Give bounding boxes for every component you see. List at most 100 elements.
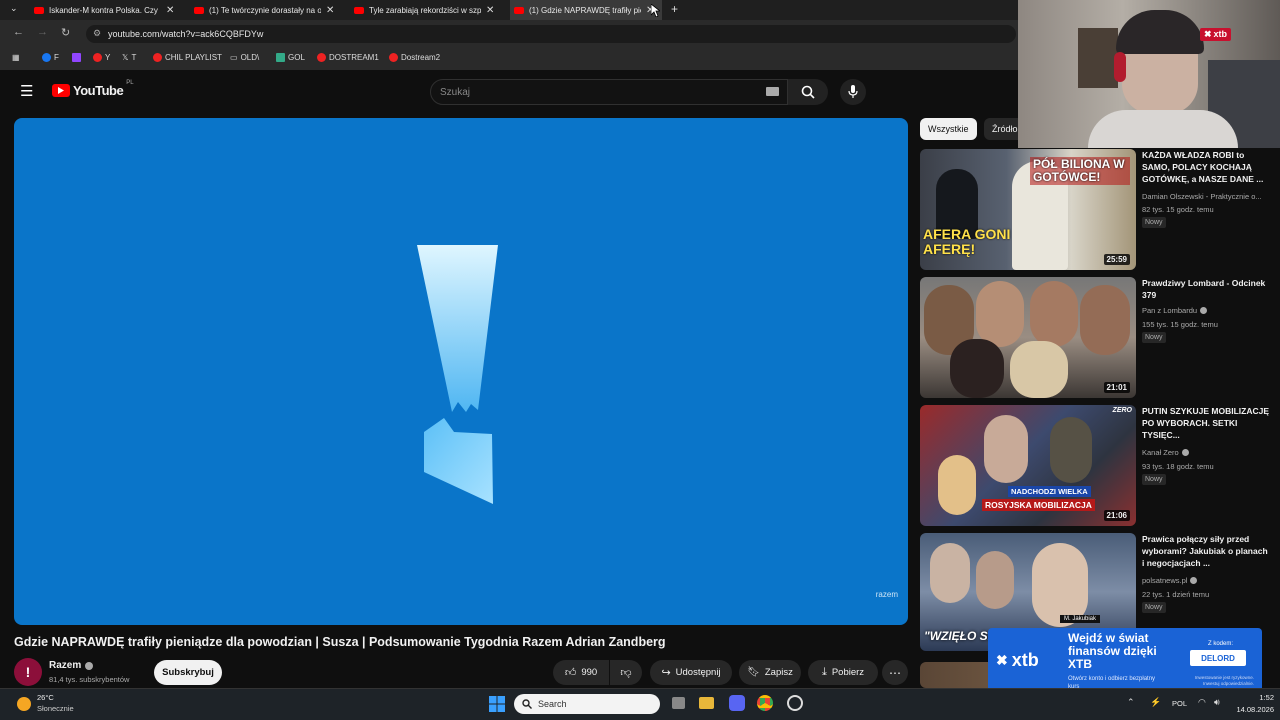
browser-tab[interactable]: Tyle zarabiają rekordziści w szp ✕	[350, 0, 506, 20]
channel-name[interactable]: Razem	[49, 660, 94, 671]
thumbnail-person	[976, 281, 1024, 347]
youtube-favicon-icon	[194, 6, 204, 14]
apps-grid-icon[interactable]: ▦	[12, 53, 20, 62]
recommendation-title[interactable]: Prawdziwy Lombard - Odcinek 379	[1142, 277, 1270, 301]
clock-date[interactable]: 14.08.2026	[1236, 705, 1274, 714]
tray-network-icon[interactable]: ⚡	[1150, 697, 1161, 708]
tray-chevron-icon[interactable]: ⌃	[1127, 697, 1135, 708]
chip-all[interactable]: Wszystkie	[920, 118, 977, 140]
bookmark-item[interactable]: GOL	[276, 53, 305, 62]
xtb-brand-text: xtb	[1213, 29, 1228, 39]
youtube-icon	[93, 53, 102, 62]
save-button[interactable]: 🔖︎ Zapisz	[739, 660, 801, 685]
recommendation-meta: 22 tys. 1 dzień temu	[1142, 590, 1210, 599]
ad-code: DELORD	[1190, 650, 1246, 666]
menu-icon[interactable]: ☰	[20, 82, 33, 100]
reload-icon[interactable]: ↻	[61, 26, 70, 39]
video-thumbnail[interactable]: PÓŁ BILIONA W GOTÓWCE! AFERA GONI AFERĘ!…	[920, 149, 1136, 270]
bookmark-item[interactable]: Dostream2	[389, 53, 440, 62]
download-button[interactable]: ⤓ Pobierz	[808, 660, 878, 685]
browser-tab[interactable]: Iskander-M kontra Polska. Czy ✕	[30, 0, 186, 20]
bookmark-item[interactable]	[72, 53, 81, 62]
bookmark-item[interactable]: CHIL PLAYLIST	[153, 53, 222, 62]
language-indicator[interactable]: POL	[1172, 699, 1187, 708]
like-count: 990	[581, 667, 598, 678]
logo-country: PL	[126, 80, 134, 86]
site-info-icon[interactable]: ⚙	[93, 28, 101, 39]
like-button[interactable]: 👍︎ 990	[553, 660, 609, 685]
keyboard-icon[interactable]	[766, 87, 779, 96]
voice-search-button[interactable]	[840, 79, 866, 105]
new-badge: Nowy	[1142, 602, 1166, 613]
tab-list-dropdown-icon[interactable]: ⌄	[10, 3, 18, 14]
search-icon	[522, 699, 532, 709]
thumbnail-person	[1010, 341, 1068, 398]
bookmark-item[interactable]: DOSTREAM1	[317, 53, 379, 62]
verified-icon	[1190, 577, 1198, 584]
thumbnail-person	[1080, 285, 1130, 355]
streamer-body	[1088, 110, 1238, 148]
close-tab-icon[interactable]: ✕	[166, 5, 176, 16]
bookmark-label: DOSTREAM1	[329, 53, 379, 62]
bookmark-item[interactable]: F	[42, 53, 59, 62]
recommendation-title[interactable]: PUTIN SZYKUJE MOBILIZACJĘ PO WYBORACH. S…	[1142, 405, 1270, 441]
video-title: Gdzie NAPRAWDĘ trafiły pieniądze dla pow…	[14, 635, 666, 649]
app-icon[interactable]	[787, 695, 803, 711]
forward-icon[interactable]: →	[37, 26, 48, 38]
youtube-logo[interactable]: YouTube PL	[52, 80, 134, 98]
subscribe-button[interactable]: Subskrybuj	[154, 660, 222, 685]
thumbnail-person	[984, 415, 1028, 483]
xtb-brand-text: xtb	[1011, 650, 1039, 670]
more-actions-button[interactable]: ⋯	[882, 660, 908, 685]
tab-title: (1) Gdzie NAPRAWDĘ trafiły pie	[529, 5, 641, 15]
bookmark-folder[interactable]: ▭ OLD\	[230, 53, 259, 62]
thumbnail-person	[976, 551, 1014, 609]
taskbar-search[interactable]: Search	[514, 694, 660, 714]
subscriber-count: 81,4 tys. subskrybentów	[49, 675, 130, 684]
taskbar-search-label: Search	[538, 699, 567, 709]
video-thumbnail[interactable]: ZERO NADCHODZI WIELKA ROSYJSKA MOBILIZAC…	[920, 405, 1136, 526]
weather-icon[interactable]	[17, 697, 31, 711]
bookmark-item[interactable]: Y	[93, 53, 110, 62]
clock-time[interactable]: 1:52	[1259, 693, 1274, 702]
channel-avatar[interactable]: !	[14, 658, 42, 686]
download-icon: ⤓	[821, 666, 827, 678]
video-player[interactable]: razem	[14, 118, 908, 625]
recommendation-channel[interactable]: Kanał Zero	[1142, 448, 1189, 457]
chrome-icon[interactable]	[757, 695, 773, 711]
close-tab-icon[interactable]: ✕	[326, 5, 336, 16]
channel-label: Kanał Zero	[1142, 448, 1179, 457]
search-input[interactable]: Szukaj	[430, 79, 788, 105]
bookmark-item[interactable]: 𝕏T	[122, 53, 136, 62]
close-tab-icon[interactable]: ✕	[486, 5, 496, 16]
back-icon[interactable]: ←	[13, 26, 24, 38]
thumbnail-name-tag: M. Jakubiak	[1060, 615, 1101, 623]
discord-icon[interactable]	[729, 695, 745, 711]
browser-tab[interactable]: (1) Te twórczynie dorastały na o ✕	[190, 0, 346, 20]
recommendation-title[interactable]: KAŻDA WŁADZA ROBI to SAMO, POLACY KOCHAJ…	[1142, 149, 1270, 185]
search-button[interactable]	[788, 79, 828, 105]
share-icon: ↪	[661, 667, 671, 679]
browser-tab-active[interactable]: (1) Gdzie NAPRAWDĘ trafiły pie ✕	[510, 0, 662, 20]
recommendation-title[interactable]: Prawica połączy siły przed wyborami? Jak…	[1142, 533, 1270, 569]
new-badge: Nowy	[1142, 474, 1166, 485]
new-tab-icon[interactable]: +	[671, 2, 678, 16]
weather-temp: 26°C	[37, 693, 54, 702]
ad-headline: Wejdź w świat finansów dzięki XTB	[1068, 631, 1157, 671]
channel-brand: ZERO	[1112, 407, 1132, 414]
recommendation-meta: 82 tys. 15 godz. temu	[1142, 205, 1214, 214]
recommendation-channel[interactable]: Damian Olszewski - Praktycznie o...	[1142, 192, 1262, 201]
youtube-favicon-icon	[514, 6, 524, 14]
address-bar[interactable]: ⚙ youtube.com/watch?v=ack6CQBFDYw	[86, 25, 1016, 43]
tray-volume-icon[interactable]: 🔊︎	[1214, 697, 1220, 708]
share-button[interactable]: ↪ Udostępnij	[650, 660, 732, 685]
windows-start-icon[interactable]	[489, 696, 505, 712]
recommendation-channel[interactable]: polsatnews.pl	[1142, 576, 1198, 585]
file-explorer-icon[interactable]	[699, 697, 714, 709]
recommendation-channel[interactable]: Pan z Lombardu	[1142, 306, 1208, 315]
dislike-button[interactable]: 👎︎	[610, 660, 642, 685]
task-view-icon[interactable]	[672, 697, 685, 709]
youtube-icon	[153, 53, 162, 62]
video-thumbnail[interactable]: 21:01	[920, 277, 1136, 398]
tray-wifi-icon[interactable]: ◠	[1198, 697, 1206, 708]
